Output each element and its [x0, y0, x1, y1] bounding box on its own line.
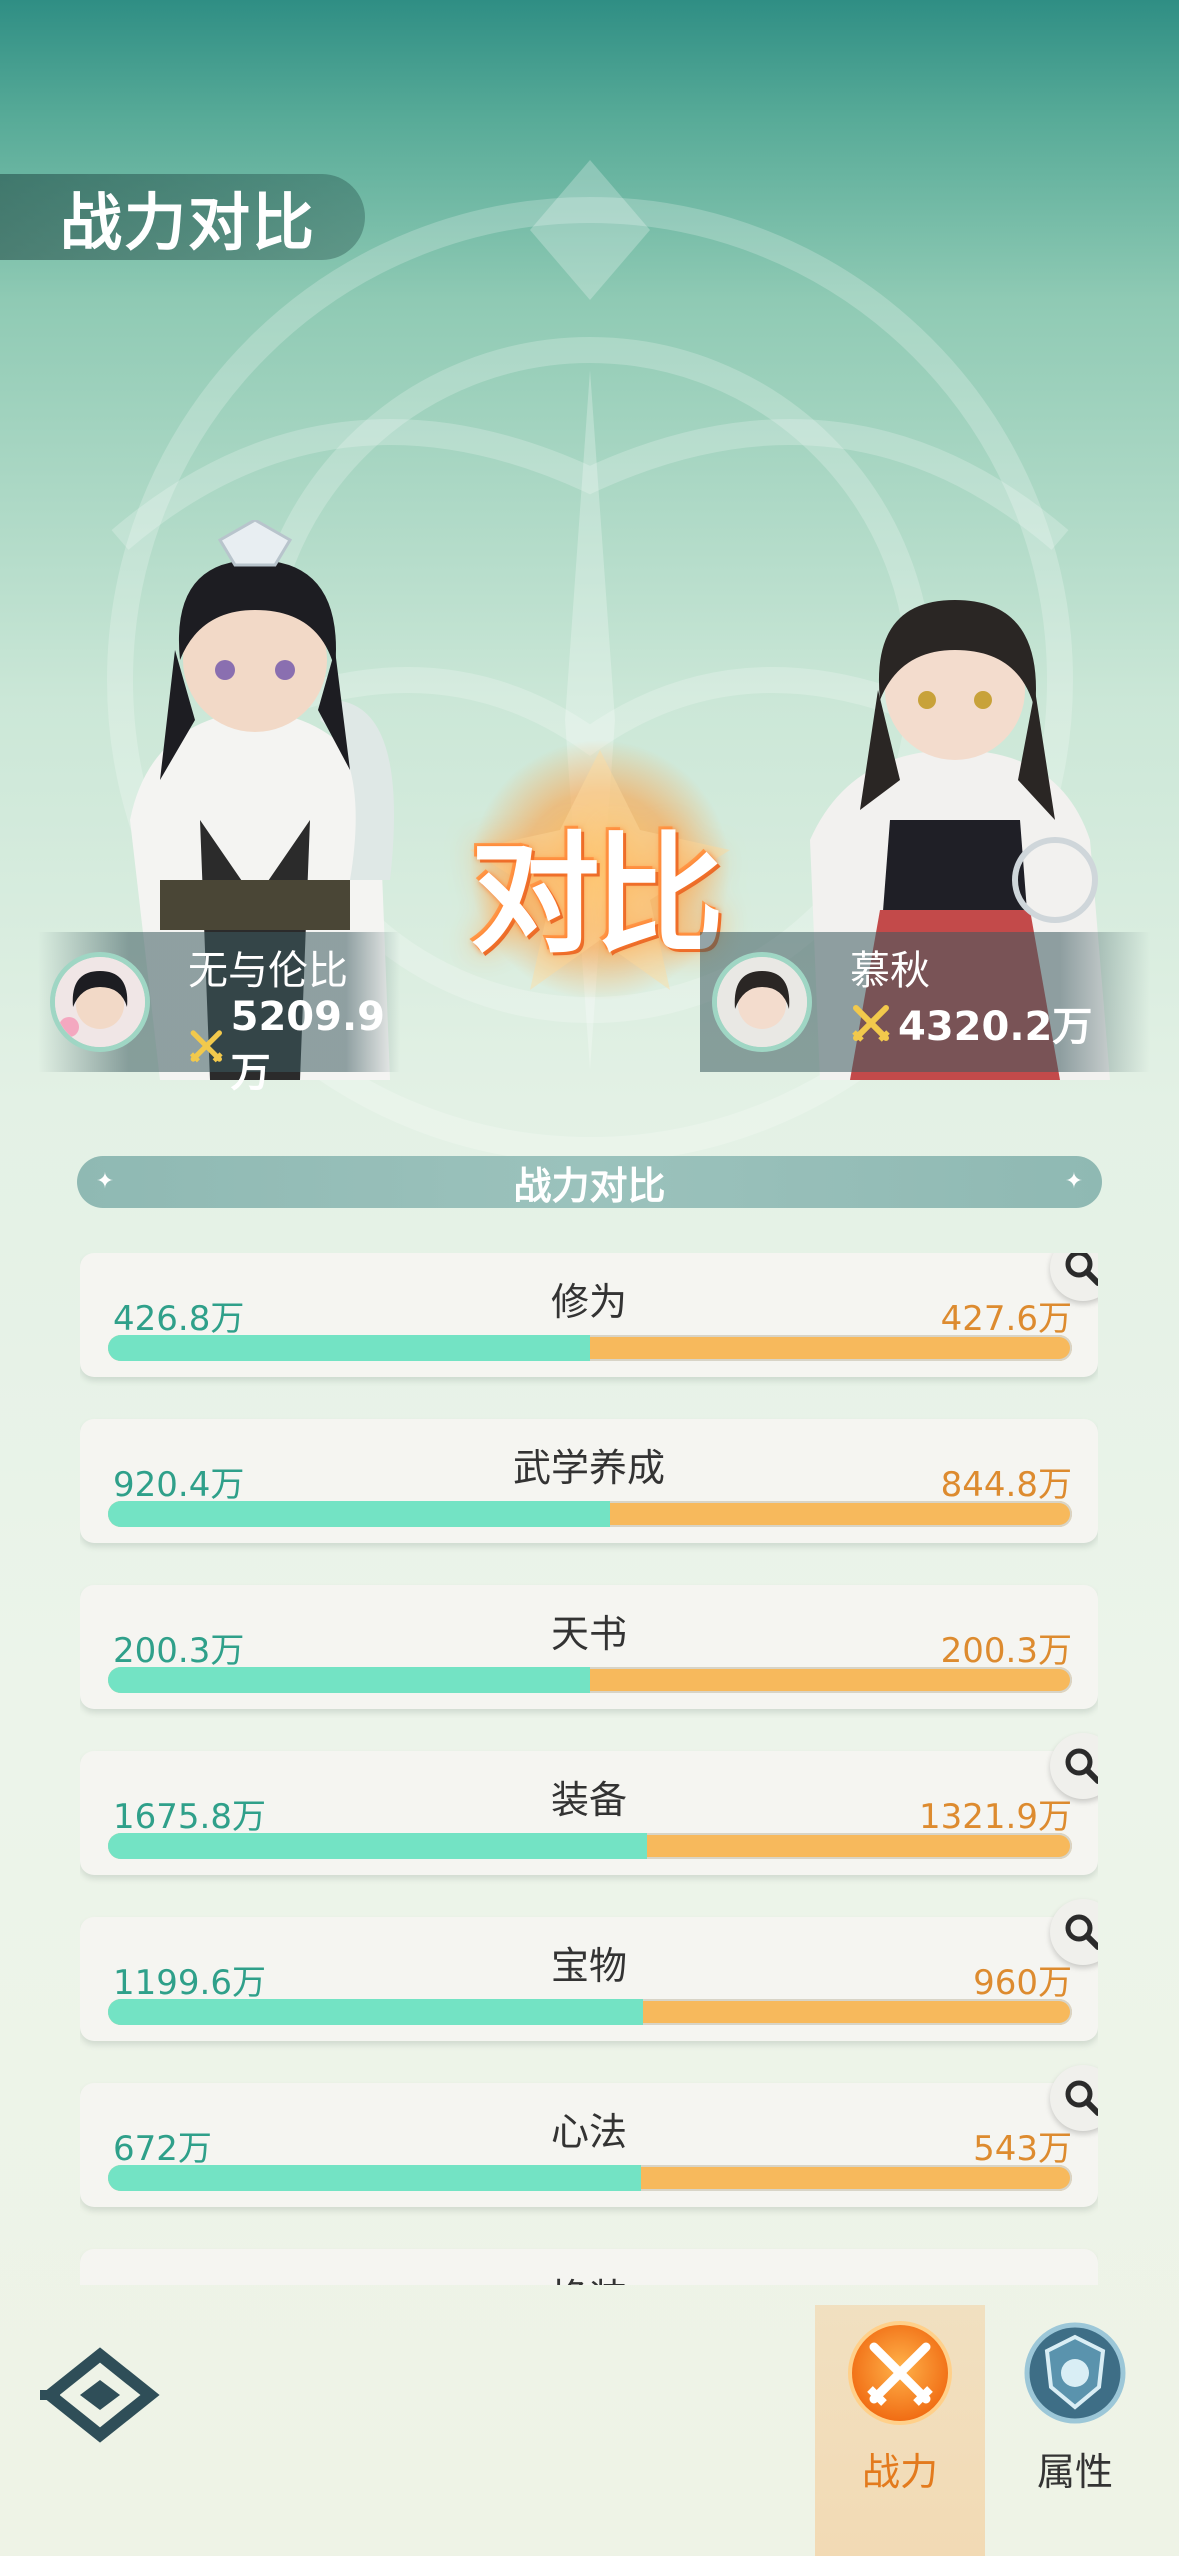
tab-combat-power[interactable]: 战力: [815, 2305, 985, 2556]
comparison-bar: [108, 1501, 1072, 1527]
comparison-row: 换装: [80, 2249, 1098, 2285]
diamond-ornament-icon: ✦: [1064, 1169, 1084, 1194]
combat-power-icon: [852, 1005, 890, 1042]
right-player-power: 4320.2万: [850, 994, 1092, 1052]
left-value: 672万: [113, 2129, 212, 2169]
left-share-fill: [108, 2165, 642, 2191]
right-player-name: 慕秋: [850, 948, 930, 994]
left-value: 200.3万: [113, 1631, 245, 1671]
left-share-fill: [108, 1999, 644, 2025]
combat-power-icon: [189, 1030, 223, 1063]
page-title-text: 战力对比: [60, 186, 317, 259]
right-value: 200.3万: [940, 1631, 1072, 1671]
comparison-row: 修为 426.8万 427.6万: [80, 1253, 1098, 1377]
right-avatar-image: [717, 957, 807, 1047]
menu-logo-icon[interactable]: [40, 2345, 160, 2445]
comparison-row: 武学养成 920.4万 844.8万: [80, 1419, 1098, 1543]
comparison-row-label: 换装: [80, 2267, 1098, 2285]
tab-combat-power-label: 战力: [861, 2450, 938, 2494]
left-player-power-value: 5209.9万: [230, 994, 385, 1096]
comparison-bar: [108, 1667, 1072, 1693]
left-avatar-image: [55, 957, 145, 1047]
diamond-ornament-icon: ✦: [95, 1169, 115, 1194]
tab-attributes-label: 属性: [1036, 2450, 1113, 2494]
left-value: 920.4万: [113, 1465, 245, 1505]
comparison-row: 宝物 1199.6万 960万: [80, 1899, 1098, 2041]
left-player-avatar[interactable]: [50, 952, 150, 1052]
left-value: 1675.8万: [113, 1797, 266, 1837]
right-value: 844.8万: [940, 1465, 1072, 1505]
right-value: 543万: [973, 2129, 1072, 2169]
crossed-swords-icon: [848, 2321, 952, 2425]
comparison-row-label: 心法: [550, 2110, 627, 2154]
right-value: 1321.9万: [919, 1797, 1072, 1837]
right-player-power-value: 4320.2万: [898, 1004, 1093, 1050]
comparison-bar: [108, 2165, 1072, 2191]
right-value: 960万: [973, 1963, 1072, 2003]
comparison-row: 天书 200.3万 200.3万: [80, 1585, 1098, 1709]
comparison-row: 心法 672万 543万: [80, 2065, 1098, 2207]
left-value: 1199.6万: [113, 1963, 266, 2003]
page-title: 战力对比: [0, 174, 365, 260]
section-header: ✦ 战力对比 ✦: [77, 1156, 1102, 1208]
comparison-list[interactable]: 修为 426.8万 427.6万 武学养成 920.4万 844.8万 天书 200.3万 20…: [80, 1253, 1098, 2285]
left-player-card: 无与伦比 5209.9万: [38, 932, 400, 1096]
shield-emblem-icon: [1024, 2322, 1126, 2424]
section-title: 战力对比: [513, 1163, 666, 1208]
versus-label: 对比: [470, 819, 724, 971]
left-player-name: 无与伦比: [188, 948, 348, 994]
comparison-row: 装备 1675.8万 1321.9万: [80, 1733, 1098, 1875]
left-share-fill: [108, 1501, 611, 1527]
tab-attributes[interactable]: 属性: [990, 2305, 1160, 2556]
right-value: 427.6万: [940, 1299, 1072, 1339]
left-share-fill: [108, 1335, 590, 1361]
comparison-bar: [108, 1999, 1072, 2025]
left-share-fill: [108, 1833, 647, 1859]
left-value: 426.8万: [113, 1299, 245, 1339]
right-player-avatar[interactable]: [712, 952, 812, 1052]
left-share-fill: [108, 1667, 590, 1693]
left-player-power: 5209.9万: [188, 994, 400, 1098]
comparison-bar: [108, 1335, 1072, 1361]
right-player-card: 慕秋 4320.2万: [700, 932, 1150, 1072]
comparison-bar: [108, 1833, 1072, 1859]
